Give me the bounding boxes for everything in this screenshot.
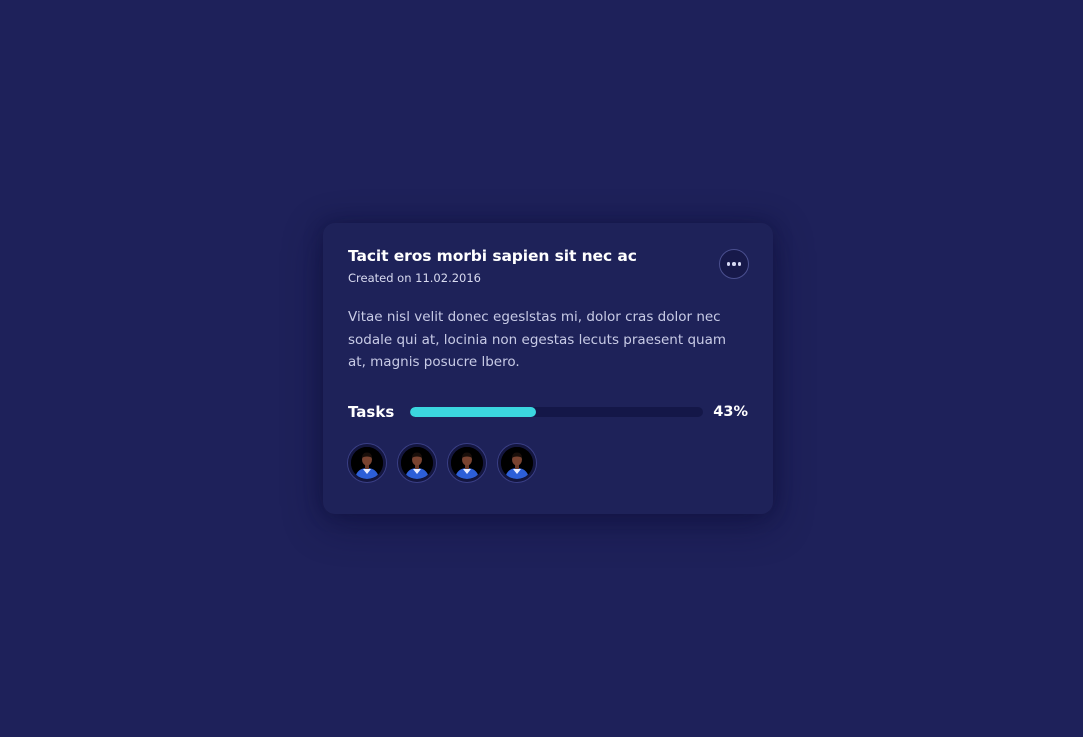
progress-fill xyxy=(409,407,536,417)
member-avatars xyxy=(348,444,536,482)
avatar-photo-icon xyxy=(351,447,383,479)
tasks-progress-row: Tasks 43% xyxy=(348,402,748,422)
card-title: Tacit eros morbi sapien sit nec ac xyxy=(348,247,637,265)
created-date: Created on 11.02.2016 xyxy=(348,271,481,285)
more-horizontal-icon xyxy=(726,262,731,266)
member-avatar[interactable] xyxy=(498,444,536,482)
more-horizontal-icon xyxy=(737,262,742,266)
progress-track xyxy=(409,407,704,417)
more-options-button[interactable] xyxy=(719,249,749,279)
avatar-photo-icon xyxy=(501,447,533,479)
progress-percent: 43% xyxy=(713,404,748,420)
avatar-photo-icon xyxy=(401,447,433,479)
member-avatar[interactable] xyxy=(398,444,436,482)
tasks-label: Tasks xyxy=(348,403,395,421)
card-description: Vitae nisl velit donec egeslstas mi, dol… xyxy=(348,309,726,370)
member-avatar[interactable] xyxy=(448,444,486,482)
member-avatar[interactable] xyxy=(348,444,386,482)
project-card: Tacit eros morbi sapien sit nec ac Creat… xyxy=(323,223,773,514)
more-horizontal-icon xyxy=(732,262,736,266)
avatar-photo-icon xyxy=(451,447,483,479)
